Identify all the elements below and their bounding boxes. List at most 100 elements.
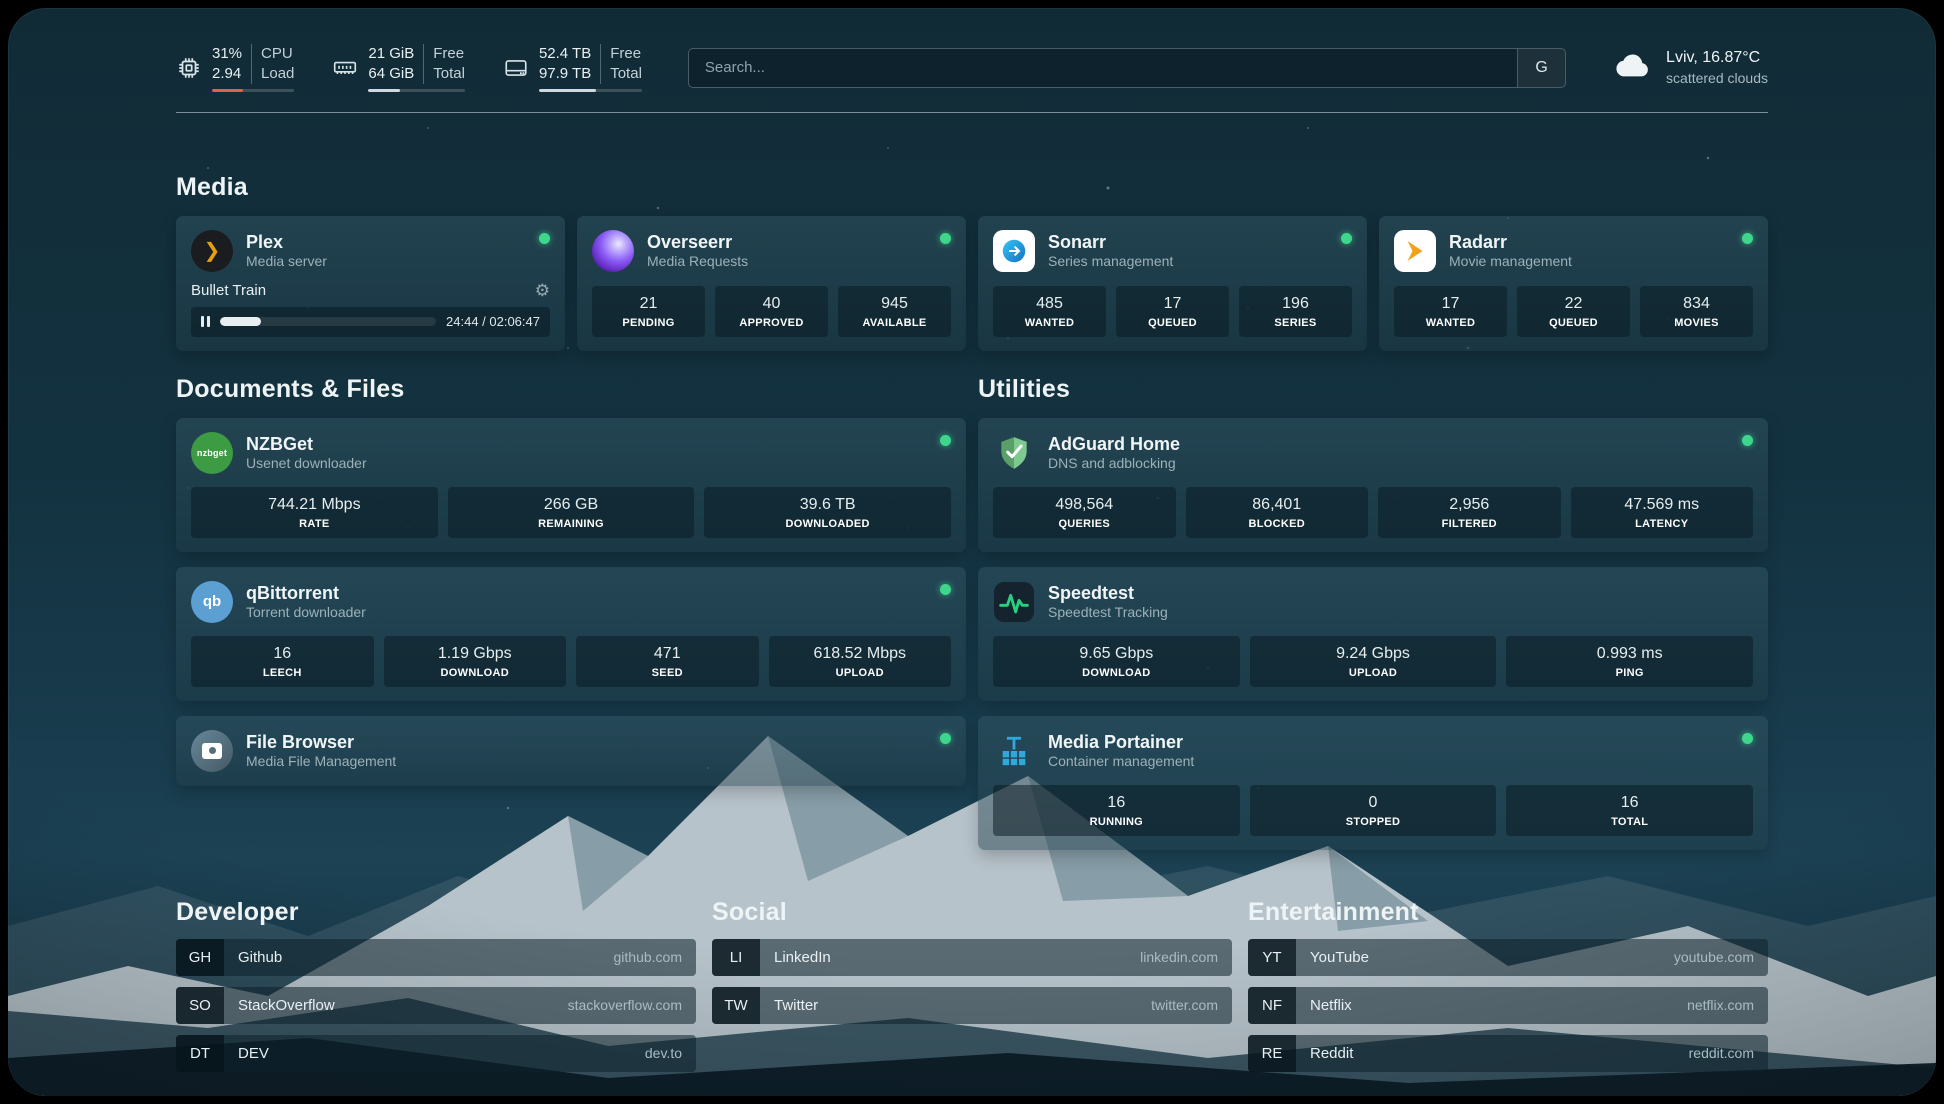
bookmark-dev[interactable]: DT DEV dev.to bbox=[176, 1035, 696, 1072]
stat-download: 1.19 GbpsDOWNLOAD bbox=[384, 636, 567, 687]
bookmark-netflix[interactable]: NF Netflix netflix.com bbox=[1248, 987, 1768, 1024]
stat-queries: 498,564QUERIES bbox=[993, 487, 1176, 538]
card-title: qBittorrent bbox=[246, 582, 366, 605]
bookmark-url: netflix.com bbox=[1687, 997, 1768, 1013]
bookmark-github[interactable]: GH Github github.com bbox=[176, 939, 696, 976]
service-card-sonarr[interactable]: Sonarr Series management 485WANTED 17QUE… bbox=[978, 216, 1367, 351]
bookmark-twitter[interactable]: TW Twitter twitter.com bbox=[712, 987, 1232, 1024]
cpu-load-label: Load bbox=[261, 64, 294, 84]
playback-progress-track[interactable] bbox=[220, 317, 436, 326]
documents-section: Documents & Files nzbget NZBGet Usenet d… bbox=[176, 375, 966, 786]
adguard-icon bbox=[993, 432, 1035, 474]
bookmark-abbr: NF bbox=[1248, 987, 1296, 1024]
status-dot bbox=[1341, 233, 1352, 244]
bookmark-abbr: RE bbox=[1248, 1035, 1296, 1072]
cpu-label: CPU bbox=[261, 44, 294, 64]
bookmark-abbr: LI bbox=[712, 939, 760, 976]
stat-upload: 618.52 MbpsUPLOAD bbox=[769, 636, 952, 687]
status-dot bbox=[940, 584, 951, 595]
bookmark-abbr: SO bbox=[176, 987, 224, 1024]
card-subtitle: Container management bbox=[1048, 753, 1194, 771]
weather-condition: scattered clouds bbox=[1666, 69, 1768, 87]
topbar: 31% 2.94 CPU Load bbox=[176, 8, 1768, 92]
memory-total-value: 64 GiB bbox=[368, 64, 414, 84]
card-subtitle: Speedtest Tracking bbox=[1048, 604, 1168, 622]
service-card-plex[interactable]: ❯ Plex Media server Bullet Train ⚙ bbox=[176, 216, 565, 351]
service-card-radarr[interactable]: Radarr Movie management 17WANTED 22QUEUE… bbox=[1379, 216, 1768, 351]
stat-leech: 16LEECH bbox=[191, 636, 374, 687]
bookmark-abbr: DT bbox=[176, 1035, 224, 1072]
card-title: Speedtest bbox=[1048, 582, 1168, 605]
bookmark-name: Reddit bbox=[1296, 1045, 1353, 1062]
bookmark-group-developer: Developer GH Github github.com SO StackO… bbox=[176, 898, 696, 1072]
bookmark-stackoverflow[interactable]: SO StackOverflow stackoverflow.com bbox=[176, 987, 696, 1024]
card-subtitle: Movie management bbox=[1449, 253, 1572, 271]
stat-downloaded: 39.6 TBDOWNLOADED bbox=[704, 487, 951, 538]
disk-free-value: 52.4 TB bbox=[539, 44, 591, 64]
card-subtitle: DNS and adblocking bbox=[1048, 455, 1180, 473]
cpu-icon bbox=[176, 55, 202, 81]
service-card-portainer[interactable]: Media Portainer Container management 16R… bbox=[978, 716, 1768, 850]
stat-running: 16RUNNING bbox=[993, 785, 1240, 836]
service-card-qbittorrent[interactable]: qb qBittorrent Torrent downloader 16LEEC… bbox=[176, 567, 966, 701]
stat-pending: 21PENDING bbox=[592, 286, 705, 337]
stat-wanted: 485WANTED bbox=[993, 286, 1106, 337]
weather-location: Lviv, 16.87°C bbox=[1666, 48, 1768, 69]
memory-widget: 21 GiB 64 GiB Free Total bbox=[332, 44, 465, 92]
bookmark-name: Github bbox=[224, 949, 282, 966]
section-title-entertainment: Entertainment bbox=[1248, 898, 1768, 927]
card-title: Overseerr bbox=[647, 231, 748, 254]
stat-movies: 834MOVIES bbox=[1640, 286, 1753, 337]
disk-usage-bar bbox=[539, 89, 642, 92]
bookmark-url: dev.to bbox=[645, 1045, 696, 1061]
bookmark-abbr: GH bbox=[176, 939, 224, 976]
pause-icon[interactable] bbox=[201, 316, 210, 327]
resource-widgets: 31% 2.94 CPU Load bbox=[176, 44, 642, 92]
status-dot bbox=[1742, 233, 1753, 244]
bookmark-name: YouTube bbox=[1296, 949, 1369, 966]
cpu-usage-bar bbox=[212, 89, 294, 92]
bookmark-reddit[interactable]: RE Reddit reddit.com bbox=[1248, 1035, 1768, 1072]
memory-usage-bar bbox=[368, 89, 465, 92]
section-title-media: Media bbox=[176, 173, 1768, 202]
service-card-overseerr[interactable]: Overseerr Media Requests 21PENDING 40APP… bbox=[577, 216, 966, 351]
nzbget-icon: nzbget bbox=[191, 432, 233, 474]
stat-wanted: 17WANTED bbox=[1394, 286, 1507, 337]
radarr-icon bbox=[1394, 230, 1436, 272]
service-card-speedtest[interactable]: Speedtest Speedtest Tracking 9.65 GbpsDO… bbox=[978, 567, 1768, 701]
status-dot bbox=[940, 233, 951, 244]
card-subtitle: Media server bbox=[246, 253, 327, 271]
stat-blocked: 86,401BLOCKED bbox=[1186, 487, 1369, 538]
bookmark-url: twitter.com bbox=[1151, 997, 1232, 1013]
bookmark-url: github.com bbox=[614, 949, 696, 965]
search-input[interactable] bbox=[689, 49, 1517, 87]
card-subtitle: Usenet downloader bbox=[246, 455, 367, 473]
bookmark-abbr: YT bbox=[1248, 939, 1296, 976]
service-card-adguard[interactable]: AdGuard Home DNS and adblocking 498,564Q… bbox=[978, 418, 1768, 552]
bookmark-url: youtube.com bbox=[1674, 949, 1768, 965]
status-dot bbox=[940, 435, 951, 446]
settings-gear-icon[interactable]: ⚙ bbox=[535, 282, 550, 299]
service-card-nzbget[interactable]: nzbget NZBGet Usenet downloader 744.21 M… bbox=[176, 418, 966, 552]
status-dot bbox=[1742, 733, 1753, 744]
bookmark-name: Netflix bbox=[1296, 997, 1352, 1014]
bookmark-url: reddit.com bbox=[1689, 1045, 1768, 1061]
playback-time: 24:44 / 02:06:47 bbox=[446, 314, 540, 329]
stat-queued: 22QUEUED bbox=[1517, 286, 1630, 337]
bookmark-name: StackOverflow bbox=[224, 997, 335, 1014]
bookmark-linkedin[interactable]: LI LinkedIn linkedin.com bbox=[712, 939, 1232, 976]
card-title: Plex bbox=[246, 231, 327, 254]
stat-remaining: 266 GBREMAINING bbox=[448, 487, 695, 538]
now-playing-title: Bullet Train bbox=[191, 282, 266, 299]
dashboard-window: 31% 2.94 CPU Load bbox=[8, 8, 1936, 1096]
service-card-filebrowser[interactable]: File Browser Media File Management bbox=[176, 716, 966, 786]
bookmark-youtube[interactable]: YT YouTube youtube.com bbox=[1248, 939, 1768, 976]
bookmark-group-social: Social LI LinkedIn linkedin.com TW Twitt… bbox=[712, 898, 1232, 1024]
card-subtitle: Media File Management bbox=[246, 753, 396, 771]
status-dot bbox=[940, 733, 951, 744]
status-dot bbox=[539, 233, 550, 244]
search-bar: G bbox=[688, 48, 1566, 88]
search-provider-button[interactable]: G bbox=[1517, 49, 1565, 87]
stat-ping: 0.993 msPING bbox=[1506, 636, 1753, 687]
stat-latency: 47.569 msLATENCY bbox=[1571, 487, 1754, 538]
